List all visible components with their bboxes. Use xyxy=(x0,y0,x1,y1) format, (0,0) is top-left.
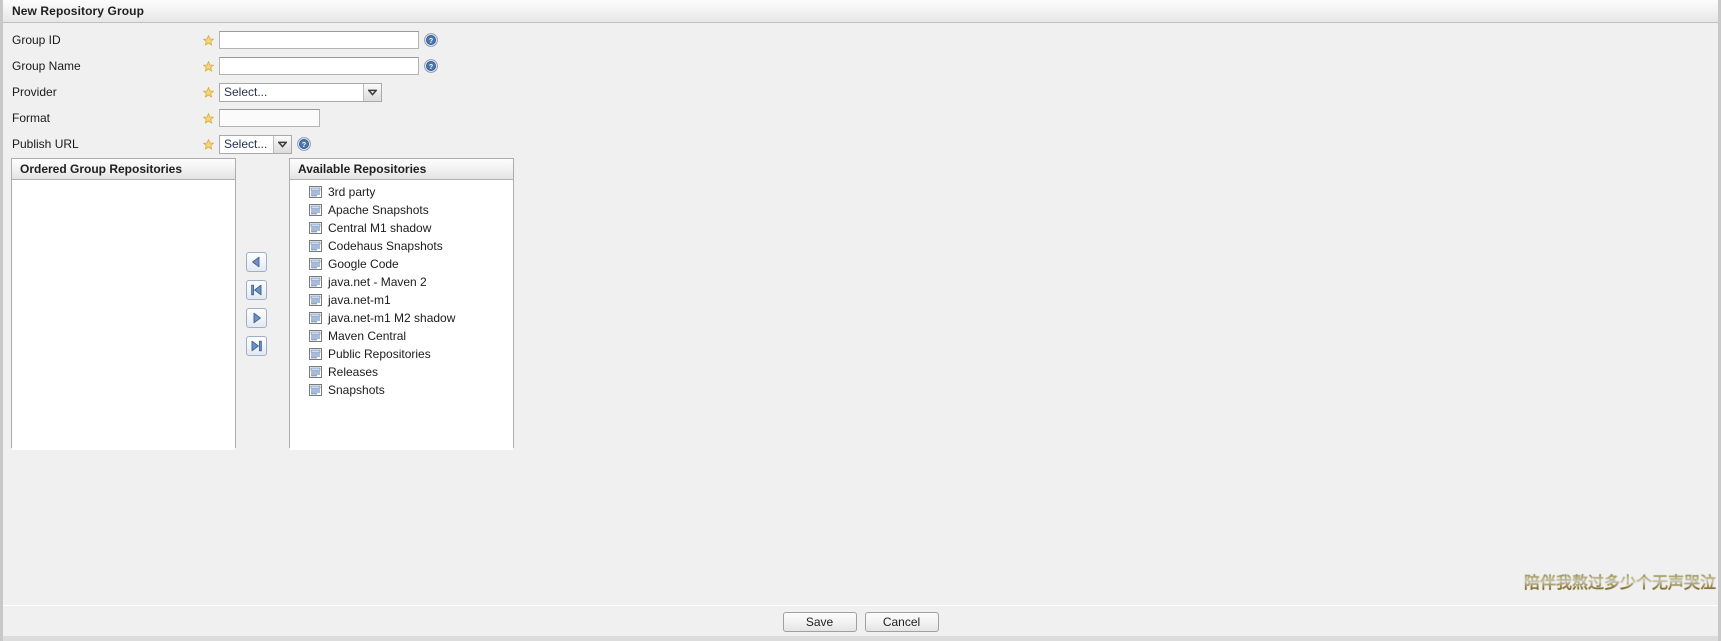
list-item[interactable]: Public Repositories xyxy=(290,345,513,363)
label-group-id: Group ID xyxy=(12,33,61,47)
application-window: New Repository Group Group ID ? Group Na… xyxy=(0,0,1721,641)
field-group-id: ? xyxy=(219,31,438,49)
ordered-group-repositories-panel: Ordered Group Repositories xyxy=(11,158,236,450)
svg-text:?: ? xyxy=(429,38,433,45)
publish-url-select[interactable]: Select... xyxy=(219,134,292,154)
window-bottom-strip xyxy=(3,636,1718,641)
move-left-button[interactable] xyxy=(246,252,267,272)
form-row-publish-url: Publish URL Select... ? xyxy=(3,131,643,157)
list-item[interactable]: Central M1 shadow xyxy=(290,219,513,237)
provider-select-value: Select... xyxy=(224,85,268,99)
repository-icon xyxy=(309,312,322,324)
repository-icon xyxy=(309,276,322,288)
list-item[interactable]: java.net - Maven 2 xyxy=(290,273,513,291)
list-item[interactable]: 3rd party xyxy=(290,183,513,201)
svg-text:?: ? xyxy=(429,64,433,71)
label-format: Format xyxy=(12,111,51,125)
list-item[interactable]: java.net-m1 xyxy=(290,291,513,309)
repository-icon xyxy=(309,222,322,234)
field-format xyxy=(219,109,320,127)
help-icon[interactable]: ? xyxy=(424,33,438,47)
ordered-group-repositories-header: Ordered Group Repositories xyxy=(12,159,235,180)
footer-button-group: Save Cancel xyxy=(3,612,1718,632)
repository-icon xyxy=(309,348,322,360)
repository-icon xyxy=(309,294,322,306)
repository-icon xyxy=(309,186,322,198)
form-row-provider: Provider Select... xyxy=(3,79,643,105)
list-item-label: 3rd party xyxy=(328,185,376,199)
list-item-label: java.net - Maven 2 xyxy=(328,275,427,289)
list-item[interactable]: Codehaus Snapshots xyxy=(290,237,513,255)
required-star-icon xyxy=(203,112,219,124)
help-icon[interactable]: ? xyxy=(424,59,438,73)
list-item-label: Releases xyxy=(328,365,379,379)
list-item[interactable]: Apache Snapshots xyxy=(290,201,513,219)
list-item[interactable]: Snapshots xyxy=(290,381,513,399)
required-star-icon xyxy=(203,138,219,150)
format-input[interactable] xyxy=(219,109,320,127)
group-name-input[interactable] xyxy=(219,57,419,75)
list-item[interactable]: Maven Central xyxy=(290,327,513,345)
move-right-button[interactable] xyxy=(246,308,267,328)
available-repositories-panel: Available Repositories 3rd party Apache S… xyxy=(289,158,514,450)
required-star-icon xyxy=(203,86,219,98)
field-provider: Select... xyxy=(219,82,382,102)
available-repositories-header: Available Repositories xyxy=(290,159,513,180)
cancel-button[interactable]: Cancel xyxy=(864,612,939,632)
label-publish-url: Publish URL xyxy=(12,137,79,151)
form-row-format: Format xyxy=(3,105,643,131)
repository-icon xyxy=(309,258,322,270)
repository-icon xyxy=(309,330,322,342)
list-item-label: Public Repositories xyxy=(328,347,431,361)
list-item-label: Maven Central xyxy=(328,329,407,343)
list-item-label: Google Code xyxy=(328,257,399,271)
repository-group-form: Group ID ? Group Name ? Provider Select.… xyxy=(3,27,643,157)
label-provider: Provider xyxy=(12,85,57,99)
move-left-icon xyxy=(252,256,260,268)
publish-url-select-value: Select... xyxy=(224,137,268,151)
window-title-bar: New Repository Group xyxy=(3,0,1718,23)
required-star-icon xyxy=(203,34,219,46)
page-title: New Repository Group xyxy=(12,4,145,18)
field-group-name: ? xyxy=(219,57,438,75)
repository-icon xyxy=(309,240,322,252)
available-repositories-title: Available Repositories xyxy=(298,162,427,176)
list-item[interactable]: Google Code xyxy=(290,255,513,273)
list-item[interactable]: Releases xyxy=(290,363,513,381)
main-content: Group ID ? Group Name ? Provider Select.… xyxy=(3,23,1718,606)
list-item-label: Apache Snapshots xyxy=(328,203,429,217)
transfer-button-group xyxy=(246,252,267,356)
list-item-label: java.net-m1 xyxy=(328,293,391,307)
chevron-down-icon[interactable] xyxy=(273,135,291,153)
move-right-icon xyxy=(253,312,261,324)
repository-icon xyxy=(309,204,322,216)
move-all-right-icon xyxy=(251,340,262,352)
watermark-text: 陪伴我熬过多少个无声哭泣 xyxy=(1524,569,1716,593)
repository-icon xyxy=(309,366,322,378)
form-row-group-id: Group ID ? xyxy=(3,27,643,53)
chevron-down-icon[interactable] xyxy=(363,83,381,101)
move-all-left-button[interactable] xyxy=(246,280,267,300)
label-group-name: Group Name xyxy=(12,59,81,73)
group-id-input[interactable] xyxy=(219,31,419,49)
provider-select[interactable]: Select... xyxy=(219,82,382,102)
list-item-label: Codehaus Snapshots xyxy=(328,239,443,253)
svg-text:?: ? xyxy=(302,142,306,149)
required-star-icon xyxy=(203,60,219,72)
ordered-group-repositories-title: Ordered Group Repositories xyxy=(20,162,183,176)
form-row-group-name: Group Name ? xyxy=(3,53,643,79)
ordered-group-repositories-list[interactable] xyxy=(12,180,235,450)
list-item-label: java.net-m1 M2 shadow xyxy=(328,311,456,325)
move-all-right-button[interactable] xyxy=(246,336,267,356)
list-item-label: Central M1 shadow xyxy=(328,221,432,235)
move-all-left-icon xyxy=(251,284,262,296)
list-item-label: Snapshots xyxy=(328,383,385,397)
repository-icon xyxy=(309,384,322,396)
help-icon[interactable]: ? xyxy=(297,137,311,151)
available-repositories-list[interactable]: 3rd party Apache Snapshots Central M1 shad… xyxy=(290,180,513,450)
list-item[interactable]: java.net-m1 M2 shadow xyxy=(290,309,513,327)
field-publish-url: Select... ? xyxy=(219,134,311,154)
save-button[interactable]: Save xyxy=(782,612,857,632)
